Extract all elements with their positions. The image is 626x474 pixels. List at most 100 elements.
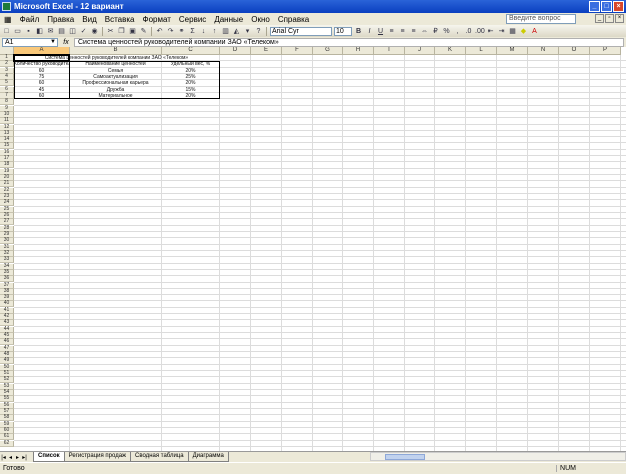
last-sheet-icon[interactable]: ▸| bbox=[21, 454, 28, 461]
column-header-o[interactable]: O bbox=[559, 47, 590, 55]
column-header-g[interactable]: G bbox=[313, 47, 343, 55]
insert-function-icon[interactable]: fx bbox=[58, 39, 74, 46]
research-icon[interactable]: ◉ bbox=[90, 27, 99, 36]
menu-data[interactable]: Данные bbox=[210, 15, 247, 24]
menu-edit[interactable]: Правка bbox=[43, 15, 78, 24]
spreadsheet-grid[interactable]: A B C D E F G H I J K L M N O P 1 2 3 4 5 6 7 8 9 10 11 12 13 14 15 16 1… bbox=[0, 47, 626, 451]
permission-icon[interactable]: ◧ bbox=[35, 27, 44, 36]
prev-sheet-icon[interactable]: ◂ bbox=[7, 454, 14, 461]
column-header-l[interactable]: L bbox=[466, 47, 497, 55]
percent-icon[interactable]: % bbox=[442, 27, 451, 36]
chart-wizard-icon[interactable]: ▥ bbox=[221, 27, 230, 36]
name-box[interactable]: A1 ▼ bbox=[2, 37, 58, 47]
decrease-indent-icon[interactable]: ⇤ bbox=[486, 27, 495, 36]
drawing-icon[interactable]: ◭ bbox=[232, 27, 241, 36]
column-header-k[interactable]: K bbox=[435, 47, 466, 55]
tab-sales-registration[interactable]: Регистрация продаж bbox=[63, 452, 132, 462]
zoom-icon[interactable]: ▾ bbox=[243, 27, 252, 36]
comma-icon[interactable]: , bbox=[453, 27, 462, 36]
paste-icon[interactable]: ▣ bbox=[128, 27, 137, 36]
bold-icon[interactable]: B bbox=[354, 27, 363, 36]
column-header-c[interactable]: C bbox=[162, 47, 220, 55]
sort-asc-icon[interactable]: ↓ bbox=[199, 27, 208, 36]
formula-input[interactable]: Система ценностей руководителей компании… bbox=[74, 37, 624, 47]
save-icon[interactable]: ▪ bbox=[24, 27, 33, 36]
menu-insert[interactable]: Вставка bbox=[101, 15, 139, 24]
sort-desc-icon[interactable]: ↑ bbox=[210, 27, 219, 36]
font-size-select[interactable]: 10 bbox=[334, 26, 352, 36]
cut-icon[interactable]: ✂ bbox=[106, 27, 115, 36]
help-icon[interactable]: ? bbox=[254, 27, 263, 36]
maximize-button[interactable]: □ bbox=[601, 1, 612, 12]
menu-icon[interactable]: ▦ bbox=[0, 15, 16, 24]
grid-row-line bbox=[14, 281, 626, 283]
column-header-e[interactable]: E bbox=[251, 47, 282, 55]
align-right-icon[interactable]: ≡ bbox=[409, 27, 418, 36]
first-sheet-icon[interactable]: |◂ bbox=[0, 454, 7, 461]
column-header-d[interactable]: D bbox=[220, 47, 251, 55]
copy-icon[interactable]: ❐ bbox=[117, 27, 126, 36]
menu-view[interactable]: Вид bbox=[78, 15, 100, 24]
close-button[interactable]: × bbox=[613, 1, 624, 12]
font-color-icon[interactable]: A bbox=[530, 27, 539, 36]
column-header-m[interactable]: M bbox=[497, 47, 528, 55]
column-header-f[interactable]: F bbox=[282, 47, 313, 55]
underline-icon[interactable]: U bbox=[376, 27, 385, 36]
decrease-decimal-icon[interactable]: .00 bbox=[475, 27, 485, 36]
tab-pivot-table[interactable]: Сводная таблица bbox=[130, 452, 189, 462]
grid-row-line bbox=[14, 382, 626, 384]
spelling-icon[interactable]: ✓ bbox=[79, 27, 88, 36]
menu-help[interactable]: Справка bbox=[274, 15, 313, 24]
menu-file[interactable]: Файл bbox=[16, 15, 44, 24]
grid-row-line bbox=[14, 439, 626, 441]
grid-row-line bbox=[14, 420, 626, 422]
hyperlink-icon[interactable]: ⚭ bbox=[177, 27, 186, 36]
row-header-62[interactable]: 62 bbox=[0, 440, 14, 447]
column-header-j[interactable]: J bbox=[405, 47, 435, 55]
minimize-button[interactable]: _ bbox=[589, 1, 600, 12]
print-icon[interactable]: ▤ bbox=[57, 27, 66, 36]
scrollbar-thumb[interactable] bbox=[385, 454, 425, 460]
new-icon[interactable]: □ bbox=[2, 27, 11, 36]
redo-icon[interactable]: ↷ bbox=[166, 27, 175, 36]
doc-minimize-button[interactable]: _ bbox=[595, 14, 604, 23]
grid-row-line bbox=[14, 167, 626, 169]
menu-window[interactable]: Окно bbox=[247, 15, 274, 24]
column-header-h[interactable]: H bbox=[343, 47, 374, 55]
font-name-select[interactable]: Arial Cyr bbox=[270, 26, 332, 36]
menu-tools[interactable]: Сервис bbox=[175, 15, 210, 24]
align-left-icon[interactable]: ≡ bbox=[387, 27, 396, 36]
doc-close-button[interactable]: × bbox=[615, 14, 624, 23]
increase-indent-icon[interactable]: ⇥ bbox=[497, 27, 506, 36]
doc-restore-button[interactable]: ▫ bbox=[605, 14, 614, 23]
grid-row-line bbox=[14, 401, 626, 403]
format-painter-icon[interactable]: ✎ bbox=[139, 27, 148, 36]
autosum-icon[interactable]: Σ bbox=[188, 27, 197, 36]
fill-color-icon[interactable]: ◆ bbox=[519, 27, 528, 36]
horizontal-scrollbar[interactable] bbox=[370, 452, 626, 461]
open-icon[interactable]: ▭ bbox=[13, 27, 22, 36]
currency-icon[interactable]: ₽ bbox=[431, 27, 440, 36]
increase-decimal-icon[interactable]: .0 bbox=[464, 27, 473, 36]
grid-row-line bbox=[14, 287, 626, 289]
tab-chart[interactable]: Диаграмма bbox=[187, 452, 229, 462]
borders-icon[interactable]: ▦ bbox=[508, 27, 517, 36]
next-sheet-icon[interactable]: ▸ bbox=[14, 454, 21, 461]
align-center-icon[interactable]: ≡ bbox=[398, 27, 407, 36]
column-header-b[interactable]: B bbox=[70, 47, 162, 55]
undo-icon[interactable]: ↶ bbox=[155, 27, 164, 36]
print-preview-icon[interactable]: ◫ bbox=[68, 27, 77, 36]
italic-icon[interactable]: I bbox=[365, 27, 374, 36]
chevron-down-icon[interactable]: ▼ bbox=[50, 39, 56, 46]
column-header-p[interactable]: P bbox=[590, 47, 621, 55]
column-header-i[interactable]: I bbox=[374, 47, 405, 55]
email-icon[interactable]: ✉ bbox=[46, 27, 55, 36]
menu-format[interactable]: Формат bbox=[138, 15, 174, 24]
excel-app-icon[interactable] bbox=[2, 2, 11, 11]
merge-center-icon[interactable]: ⇔ bbox=[420, 27, 429, 36]
grid-row-line bbox=[14, 294, 626, 296]
tab-list[interactable]: Список bbox=[33, 452, 65, 462]
grid-column-line bbox=[250, 55, 251, 451]
help-search-input[interactable]: Введите вопрос bbox=[506, 14, 576, 24]
column-header-n[interactable]: N bbox=[528, 47, 559, 55]
